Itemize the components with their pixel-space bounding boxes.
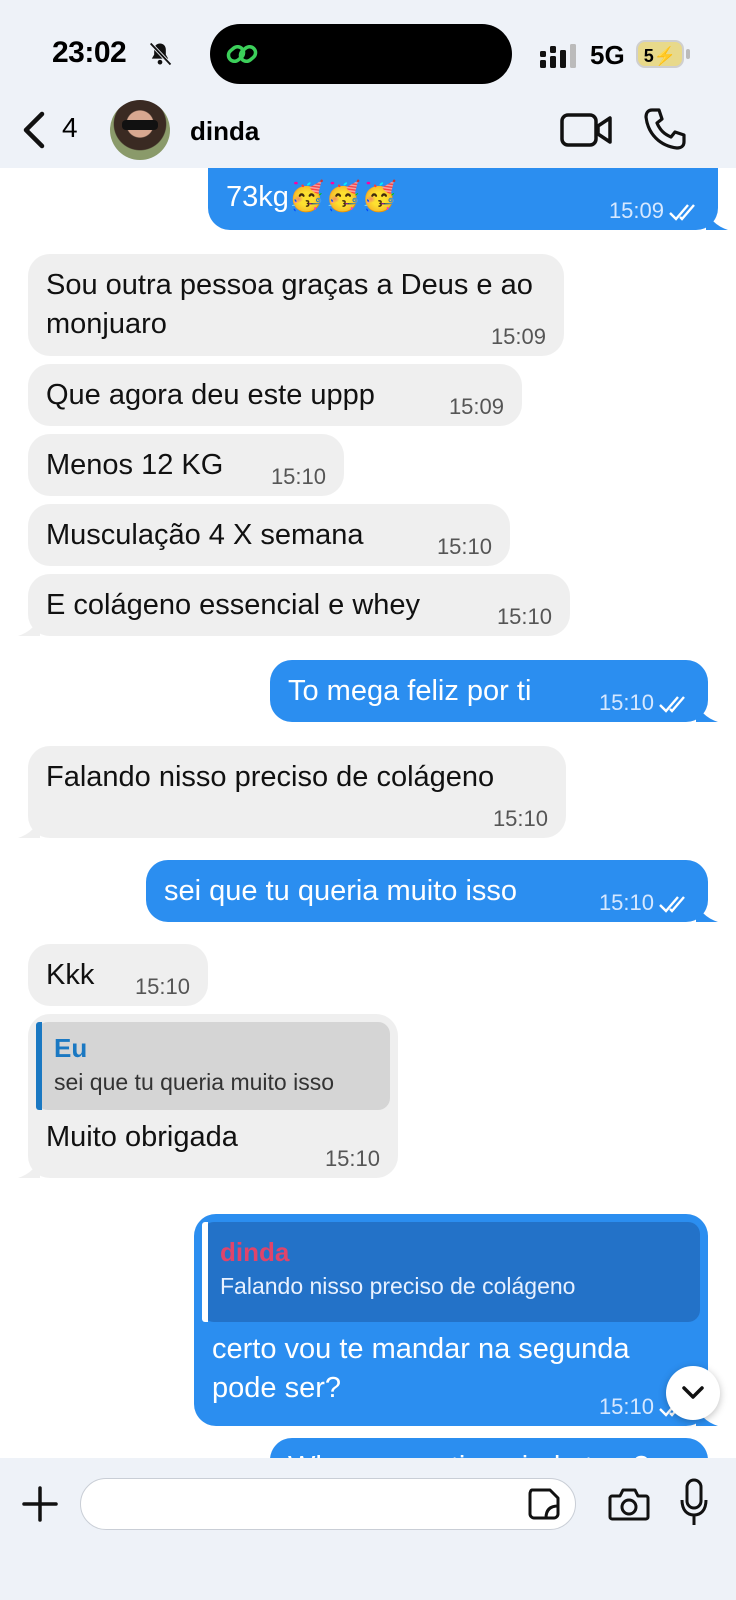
message-time: 15:09 [490,324,546,349]
bubble-tail [18,614,40,636]
message-bubble-incoming[interactable]: Falando nisso preciso de colágeno 15:10 [18,746,566,838]
message-time: 15:10 [134,974,190,999]
avatar-glasses [122,120,158,130]
message-bubble-outgoing-reply[interactable]: dinda Falando nisso preciso de colágeno … [194,1214,718,1426]
bubble-tail [696,700,718,722]
message-text: Musculação 4 X semana [46,519,364,551]
quoted-text: Falando nisso preciso de colágeno [220,1273,576,1299]
link-icon [226,44,258,64]
message-input[interactable] [80,1478,576,1530]
message-time: 15:10 [496,604,552,629]
quote-bar [36,1022,42,1110]
message-meta: 15:09 [609,198,700,224]
message-time: 15:10 [324,1146,380,1171]
message-time: 15:09 [608,198,664,223]
avatar[interactable] [110,100,170,160]
message-text: Que agora deu este uppp [46,379,375,411]
message-bubble-outgoing[interactable]: Whey e creatina ainda tem? [270,1438,708,1458]
quoted-text: sei que tu queria muito isso [54,1069,334,1095]
quoted-message[interactable]: Eu sei que tu queria muito isso [36,1022,390,1110]
status-time: 23:02 [52,36,127,69]
bubble-tail [696,900,718,922]
camera-icon[interactable] [608,1486,650,1522]
back-chevron-icon[interactable] [20,110,46,150]
message-text: Sou outra pessoa graças a Deus e ao monj… [46,269,533,340]
bubble-tail [706,208,728,230]
message-bubble-incoming[interactable]: Que agora deu este uppp 15:09 [28,364,522,426]
plus-icon[interactable] [20,1484,60,1524]
chat-header: 4 dinda [0,92,736,168]
quoted-author: Eu [54,1033,88,1063]
message-bubble-outgoing[interactable]: sei que tu queria muito isso 15:10 [146,860,718,922]
status-bar: 23:02 5G 5⚡ [0,0,736,92]
quoted-message[interactable]: dinda Falando nisso preciso de colágeno [202,1222,700,1322]
double-check-icon [669,204,695,221]
message-text: E colágeno essencial e whey [46,589,421,621]
signal-icon [540,44,576,68]
message-bubble-incoming[interactable]: E colágeno essencial e whey 15:10 [18,574,570,636]
message-time: 15:10 [436,534,492,559]
sticker-icon[interactable] [526,1486,562,1522]
double-check-icon [659,696,685,713]
video-icon[interactable] [560,110,614,150]
message-bubble-outgoing[interactable]: To mega feliz por ti 15:10 [270,660,718,722]
message-time: 15:10 [598,1394,654,1419]
message-bubble-incoming-reply[interactable]: Eu sei que tu queria muito isso Muito ob… [18,1014,398,1178]
message-bubble-incoming[interactable]: Menos 12 KG 15:10 [28,434,344,496]
scroll-to-bottom-button[interactable] [666,1366,720,1420]
message-bubble-incoming[interactable]: Kkk 15:10 [28,944,208,1006]
bubble-tail [18,816,40,838]
bell-slash-icon [149,42,172,66]
battery-indicator: 5⚡ [636,40,684,68]
message-list[interactable]: 73kg🥳🥳🥳 15:09 Sou outra pessoa graças a … [0,168,736,1458]
message-bubble-incoming[interactable]: Sou outra pessoa graças a Deus e ao monj… [28,254,564,356]
double-check-icon [659,896,685,913]
message-text: Falando nisso preciso de colágeno [46,761,495,793]
contact-name[interactable]: dinda [190,116,259,147]
message-time: 15:10 [598,890,654,915]
message-time: 15:10 [492,806,548,831]
dynamic-island [210,24,512,84]
message-text: Whey e creatina ainda tem? [288,1448,690,1458]
message-meta: 15:10 [599,890,690,916]
quoted-author: dinda [220,1237,290,1267]
message-meta: 15:10 [599,690,690,716]
message-composer [0,1458,736,1600]
bubble-tail [18,1156,40,1178]
unread-count[interactable]: 4 [62,112,78,144]
battery-nub [686,49,690,59]
quote-bar [202,1222,208,1322]
network-type: 5G [590,40,625,70]
message-text: 73kg🥳🥳🥳 [226,181,398,213]
phone-icon[interactable] [642,106,688,152]
message-bubble-incoming[interactable]: Musculação 4 X semana 15:10 [28,504,510,566]
message-time: 15:10 [598,690,654,715]
message-time: 15:10 [270,464,326,489]
battery-level: 5 [643,46,654,66]
microphone-icon[interactable] [680,1478,708,1528]
chevron-down-icon [682,1386,704,1399]
message-bubble-outgoing[interactable]: 73kg🥳🥳🥳 15:09 [208,168,728,230]
message-time: 15:09 [448,394,504,419]
